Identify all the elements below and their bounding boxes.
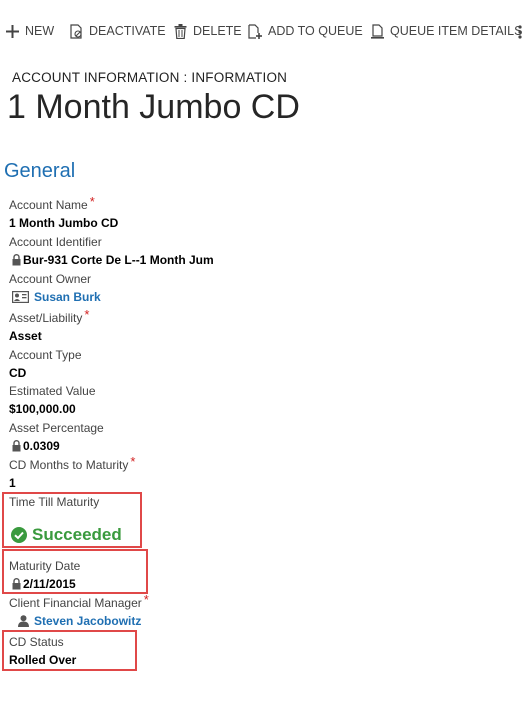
breadcrumb: ACCOUNT INFORMATION : INFORMATION xyxy=(12,70,288,85)
time-till-maturity-field: Time Till Maturity Succeeded xyxy=(9,493,489,545)
time-till-maturity-label: Time Till Maturity xyxy=(9,495,100,509)
add-to-queue-button-label: ADD TO QUEUE xyxy=(268,24,363,38)
section-title: General xyxy=(4,160,76,182)
cd-status-value[interactable]: Rolled Over xyxy=(9,651,489,669)
estimated-value-label: Estimated Value xyxy=(9,384,96,398)
more-commands-icon[interactable] xyxy=(515,21,524,41)
new-button-label: NEW xyxy=(25,24,55,38)
trash-icon xyxy=(174,23,187,39)
time-till-maturity-status: Succeeded xyxy=(9,525,489,545)
new-button[interactable]: NEW xyxy=(6,21,54,41)
maturity-date-value-row: 2/11/2015 xyxy=(9,575,489,593)
account-name-field[interactable]: Account Name * 1 Month Jumbo CD xyxy=(9,194,489,232)
overflow-icon xyxy=(518,24,522,39)
command-bar: NEW DEACTIVATE DELETE ADD TO QUEUE QUEUE… xyxy=(0,0,524,60)
account-owner-value-row[interactable]: Susan Burk xyxy=(9,288,489,306)
account-owner-field[interactable]: Account Owner Susan Burk xyxy=(9,270,489,306)
account-type-field[interactable]: Account Type CD xyxy=(9,346,489,382)
client-financial-manager-label: Client Financial Manager xyxy=(9,596,142,610)
client-financial-manager-link[interactable]: Steven Jacobowitz xyxy=(34,612,141,630)
cd-status-label: CD Status xyxy=(9,635,64,649)
client-financial-manager-value-row[interactable]: Steven Jacobowitz xyxy=(9,612,489,630)
account-type-label: Account Type xyxy=(9,348,82,362)
add-to-queue-button[interactable]: ADD TO QUEUE xyxy=(248,21,363,41)
plus-icon xyxy=(6,24,19,38)
account-identifier-field: Account Identifier Bur-931 Corte De L--1… xyxy=(9,233,489,269)
asset-liability-field[interactable]: Asset/Liability * Asset xyxy=(9,307,489,345)
account-type-value[interactable]: CD xyxy=(9,364,489,382)
account-name-label-row: Account Name * xyxy=(9,194,489,214)
asset-percentage-label: Asset Percentage xyxy=(9,421,104,435)
asset-percentage-value-row: 0.0309 xyxy=(9,437,489,455)
deactivate-icon xyxy=(70,23,82,39)
required-marker: * xyxy=(130,454,136,469)
cd-status-field[interactable]: CD Status Rolled Over xyxy=(9,633,489,669)
asset-percentage-field: Asset Percentage 0.0309 xyxy=(9,419,489,455)
delete-button-label: DELETE xyxy=(193,24,242,38)
deactivate-button[interactable]: DEACTIVATE xyxy=(70,21,166,41)
asset-liability-label-row: Asset/Liability * xyxy=(9,307,489,327)
cd-months-label-row: CD Months to Maturity * xyxy=(9,454,489,474)
add-to-queue-icon xyxy=(248,23,262,39)
lock-icon xyxy=(12,440,21,452)
asset-percentage-value: 0.0309 xyxy=(23,439,60,453)
account-name-label: Account Name xyxy=(9,198,88,212)
asset-liability-value[interactable]: Asset xyxy=(9,327,489,345)
lock-icon xyxy=(12,578,21,590)
lock-icon xyxy=(12,254,21,266)
time-till-maturity-value: Succeeded xyxy=(32,525,122,544)
estimated-value-value[interactable]: $100,000.00 xyxy=(9,400,489,418)
user-icon xyxy=(18,615,29,627)
page-title: 1 Month Jumbo CD xyxy=(7,88,300,126)
client-financial-manager-label-row: Client Financial Manager * xyxy=(9,592,489,612)
maturity-date-label: Maturity Date xyxy=(9,559,81,573)
cd-months-to-maturity-field[interactable]: CD Months to Maturity * 1 xyxy=(9,454,489,492)
asset-liability-label: Asset/Liability xyxy=(9,311,83,325)
account-identifier-label: Account Identifier xyxy=(9,235,102,249)
cd-months-to-maturity-label: CD Months to Maturity xyxy=(9,458,129,472)
maturity-date-field: Maturity Date 2/11/2015 xyxy=(9,557,489,593)
account-name-value[interactable]: 1 Month Jumbo CD xyxy=(9,214,489,232)
account-owner-link[interactable]: Susan Burk xyxy=(34,288,101,306)
maturity-date-value: 2/11/2015 xyxy=(23,577,76,591)
cd-months-to-maturity-value[interactable]: 1 xyxy=(9,474,489,492)
queue-item-details-button-label: QUEUE ITEM DETAILS xyxy=(390,24,523,38)
required-marker: * xyxy=(89,194,95,209)
delete-button[interactable]: DELETE xyxy=(174,21,242,41)
queue-item-details-button[interactable]: QUEUE ITEM DETAILS xyxy=(371,21,522,41)
account-identifier-value: Bur-931 Corte De L--1 Month Jum xyxy=(23,253,214,267)
required-marker: * xyxy=(84,307,90,322)
user-card-icon xyxy=(12,291,29,303)
queue-item-details-icon xyxy=(371,23,384,39)
client-financial-manager-field[interactable]: Client Financial Manager * Steven Jacobow… xyxy=(9,592,489,630)
required-marker: * xyxy=(143,592,149,607)
checkmark-circle-icon xyxy=(11,527,27,543)
deactivate-button-label: DEACTIVATE xyxy=(89,24,166,38)
estimated-value-field[interactable]: Estimated Value $100,000.00 xyxy=(9,382,489,418)
account-identifier-value-row: Bur-931 Corte De L--1 Month Jum xyxy=(9,251,489,269)
account-owner-label: Account Owner xyxy=(9,272,92,286)
